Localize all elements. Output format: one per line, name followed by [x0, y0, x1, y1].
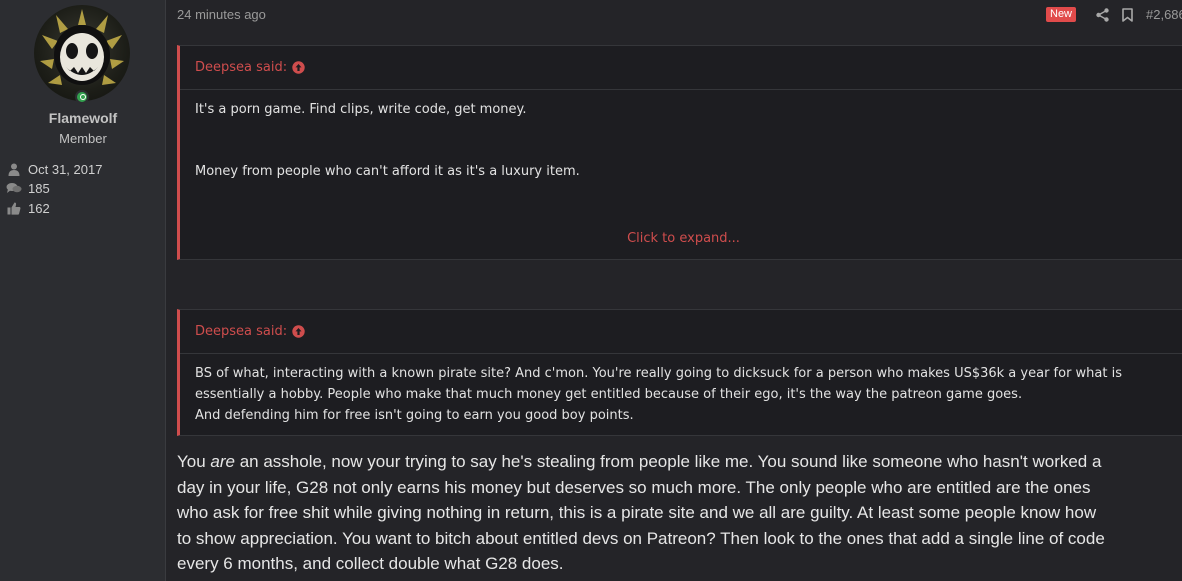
arrow-up-circle-icon[interactable]	[292, 61, 305, 74]
comments-icon	[6, 181, 22, 195]
quote-content: It's a porn game. Find clips, write code…	[180, 90, 1182, 260]
user-title: Member	[59, 131, 107, 146]
message-line: to show appreciation. You want to bitch …	[177, 528, 1105, 548]
quote-paragraph: Money from people who can't afford it as…	[195, 164, 580, 179]
forum-post: Flamewolf Member Oct 31, 2017 185 162 24…	[0, 0, 1182, 581]
message-count: 185	[28, 180, 50, 196]
avatar-image	[40, 9, 124, 85]
click-to-expand-link[interactable]: Click to expand...	[180, 228, 1182, 249]
reaction-score: 162	[28, 200, 50, 216]
quote-line: BS of what, interacting with a known pir…	[195, 366, 1122, 381]
user-sidebar: Flamewolf Member Oct 31, 2017 185 162	[0, 0, 166, 581]
stat-messages: 185	[6, 179, 50, 197]
joined-date: Oct 31, 2017	[28, 161, 103, 177]
message-text: an asshole, now your trying to say he's …	[235, 452, 1102, 471]
quote-line: essentially a hobby. People who make tha…	[195, 387, 1023, 402]
quote-content: BS of what, interacting with a known pir…	[180, 354, 1182, 426]
message-body: You are an asshole, now your trying to s…	[177, 449, 1182, 577]
message-emphasis: are	[210, 452, 235, 471]
arrow-up-circle-icon[interactable]	[292, 325, 305, 338]
new-badge: New	[1046, 7, 1077, 22]
message-text: You	[177, 452, 211, 471]
username[interactable]: Flamewolf	[0, 110, 166, 126]
quote-block: Deepsea said: BS of what, interacting wi…	[177, 309, 1182, 436]
quote-header[interactable]: Deepsea said:	[180, 310, 1182, 354]
quote-paragraph: It's a porn game. Find clips, write code…	[195, 102, 527, 117]
bookmark-icon[interactable]	[1122, 7, 1133, 26]
quote-author[interactable]: Deepsea said:	[195, 60, 287, 75]
quote-author[interactable]: Deepsea said:	[195, 324, 287, 339]
avatar[interactable]	[34, 5, 130, 101]
stat-joined: Oct 31, 2017	[6, 160, 102, 178]
message-line: day in your life, G28 not only earns his…	[177, 477, 1091, 497]
message-line: who ask for free shit while giving nothi…	[177, 503, 1097, 522]
share-icon[interactable]	[1096, 7, 1109, 26]
stat-reactions: 162	[6, 199, 50, 217]
online-status-icon	[75, 90, 89, 104]
message-line: every 6 months, and collect double what …	[177, 554, 564, 573]
thumbs-up-icon	[6, 201, 22, 215]
quote-line: And defending him for free isn't going t…	[195, 408, 634, 423]
message-line: You are an asshole, now your trying to s…	[177, 449, 1182, 475]
quote-block: Deepsea said: It's a porn game. Find cli…	[177, 45, 1182, 260]
post-number-link[interactable]: #2,686	[1146, 7, 1182, 22]
quote-header[interactable]: Deepsea said:	[180, 46, 1182, 90]
post-timestamp[interactable]: 24 minutes ago	[177, 7, 266, 22]
user-icon	[6, 162, 22, 176]
